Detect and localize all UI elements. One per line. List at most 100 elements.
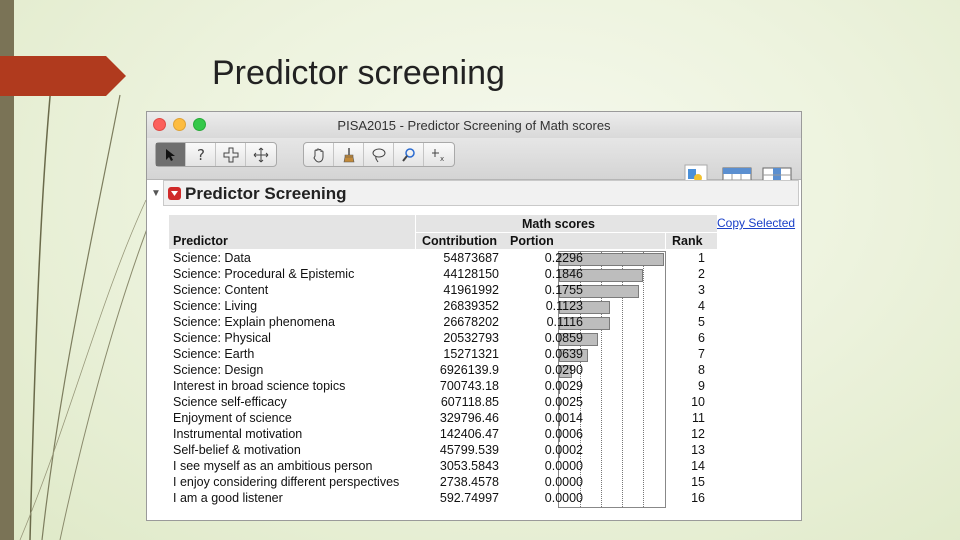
predictor-cell: Interest in broad science topics xyxy=(173,379,346,393)
copy-selected-link[interactable]: Copy Selected xyxy=(717,216,795,230)
table-row[interactable]: Science: Living 26839352 0.1123 4 xyxy=(173,298,713,314)
rank-cell: 2 xyxy=(698,267,705,281)
rank-cell: 13 xyxy=(691,443,705,457)
portion-cell: 0.0006 xyxy=(544,427,583,441)
rank-cell: 3 xyxy=(698,283,705,297)
portion-cell: 0.0029 xyxy=(544,379,583,393)
hand-icon[interactable] xyxy=(304,143,334,166)
table-row[interactable]: Instrumental motivation 142406.47 0.0006 12 xyxy=(173,426,713,442)
tool-group-select: ? xyxy=(155,142,277,167)
rank-cell: 1 xyxy=(698,251,705,265)
contribution-cell: 142406.47 xyxy=(439,427,499,441)
svg-text:x: x xyxy=(440,155,444,163)
svg-text:?: ? xyxy=(197,147,205,163)
rank-cell: 15 xyxy=(691,475,705,489)
table-row[interactable]: Science: Design 6926139.9 0.0290 8 xyxy=(173,362,713,378)
portion-cell: 0.0002 xyxy=(544,443,583,457)
group-header: Math scores xyxy=(522,217,595,231)
contribution-cell: 6926139.9 xyxy=(439,363,499,377)
rank-cell: 12 xyxy=(691,427,705,441)
contribution-cell: 700743.18 xyxy=(439,379,499,393)
portion-cell: 0.1116 xyxy=(546,315,583,329)
portion-cell: 0.0025 xyxy=(544,395,583,409)
table-row[interactable]: Science self-efficacy 607118.85 0.0025 10 xyxy=(173,394,713,410)
portion-cell: 0.0859 xyxy=(544,331,583,345)
jmp-window: PISA2015 - Predictor Screening of Math s… xyxy=(146,111,802,521)
predictor-cell: Science: Earth xyxy=(173,347,255,361)
table-row[interactable]: Science: Physical 20532793 0.0859 6 xyxy=(173,330,713,346)
rank-cell: 8 xyxy=(698,363,705,377)
predictor-cell: Enjoyment of science xyxy=(173,411,292,425)
portion-cell: 0.1846 xyxy=(544,267,583,281)
portion-cell: 0.1755 xyxy=(544,283,583,297)
report-outline-header: Predictor Screening xyxy=(163,180,799,206)
predictor-cell: I enjoy considering different perspectiv… xyxy=(173,475,400,489)
table-row[interactable]: Science: Content 41961992 0.1755 3 xyxy=(173,282,713,298)
predictor-cell: Instrumental motivation xyxy=(173,427,303,441)
portion-cell: 0.0000 xyxy=(544,475,583,489)
contribution-cell: 45799.539 xyxy=(439,443,499,457)
contribution-cell: 15271321 xyxy=(443,347,499,361)
portion-cell: 0.0290 xyxy=(544,363,583,377)
table-row[interactable]: Science: Explain phenomena 26678202 0.1116… xyxy=(173,314,713,330)
slide-title: Predictor screening xyxy=(212,54,505,92)
predictor-cell: Science: Living xyxy=(173,299,258,313)
contribution-cell: 329796.46 xyxy=(439,411,499,425)
red-triangle-menu-icon[interactable] xyxy=(168,187,181,200)
window-title: PISA2015 - Predictor Screening of Math s… xyxy=(337,118,611,133)
rank-cell: 5 xyxy=(698,315,705,329)
contribution-cell: 592.74997 xyxy=(439,491,499,505)
contribution-cell: 3053.5843 xyxy=(439,459,499,473)
predictor-cell: Science: Physical xyxy=(173,331,271,345)
contribution-cell: 26839352 xyxy=(443,299,499,313)
table-row[interactable]: Science: Earth 15271321 0.0639 7 xyxy=(173,346,713,362)
portion-cell: 0.0000 xyxy=(544,491,583,505)
table-row[interactable]: I enjoy considering different perspectiv… xyxy=(173,474,713,490)
rank-cell: 14 xyxy=(691,459,705,473)
table-row[interactable]: Enjoyment of science 329796.46 0.0014 11 xyxy=(173,410,713,426)
contribution-cell: 26678202 xyxy=(443,315,499,329)
crosshair-icon[interactable] xyxy=(216,143,246,166)
col-header-predictor[interactable]: Predictor xyxy=(173,234,228,248)
rank-cell: 4 xyxy=(698,299,705,313)
rank-cell: 9 xyxy=(698,379,705,393)
portion-cell: 0.0014 xyxy=(544,411,583,425)
help-icon[interactable]: ? xyxy=(186,143,216,166)
magnifier-icon[interactable] xyxy=(394,143,424,166)
contribution-cell: 2738.4578 xyxy=(439,475,499,489)
predictor-cell: I am a good listener xyxy=(173,491,283,505)
table-row[interactable]: Science: Procedural & Epistemic 44128150 0… xyxy=(173,266,713,282)
table-row[interactable]: I see myself as an ambitious person 3053.… xyxy=(173,458,713,474)
move-icon[interactable] xyxy=(246,143,276,166)
brush-icon[interactable] xyxy=(334,143,364,166)
window-titlebar: PISA2015 - Predictor Screening of Math s… xyxy=(147,112,801,138)
header-divider xyxy=(415,232,717,233)
rank-cell: 10 xyxy=(691,395,705,409)
report-title: Predictor Screening xyxy=(185,184,347,203)
lasso-icon[interactable] xyxy=(364,143,394,166)
contribution-cell: 44128150 xyxy=(443,267,499,281)
table-row[interactable]: Interest in broad science topics 700743.1… xyxy=(173,378,713,394)
predictor-cell: Science: Explain phenomena xyxy=(173,315,335,329)
predictor-cell: Science self-efficacy xyxy=(173,395,287,409)
slide-title-arrow xyxy=(0,56,126,96)
rank-cell: 6 xyxy=(698,331,705,345)
col-header-contribution[interactable]: Contribution xyxy=(422,234,497,248)
contribution-cell: 41961992 xyxy=(443,283,499,297)
arrow-pointer-icon[interactable] xyxy=(156,143,186,166)
col-header-rank[interactable]: Rank xyxy=(672,234,703,248)
annotate-icon[interactable]: x xyxy=(424,143,454,166)
portion-cell: 0.0000 xyxy=(544,459,583,473)
disclosure-triangle-icon[interactable]: ▼ xyxy=(151,188,161,199)
tool-group-edit: x xyxy=(303,142,455,167)
predictor-cell: Science: Design xyxy=(173,363,264,377)
rank-cell: 16 xyxy=(691,491,705,505)
col-header-portion[interactable]: Portion xyxy=(510,234,554,248)
rank-cell: 7 xyxy=(698,347,705,361)
contribution-cell: 607118.85 xyxy=(440,395,499,409)
table-row[interactable]: Science: Data 54873687 0.2296 1 xyxy=(173,250,713,266)
table-row[interactable]: I am a good listener 592.74997 0.0000 16 xyxy=(173,490,713,506)
predictor-cell: Science: Data xyxy=(173,251,251,265)
table-row[interactable]: Self-belief & motivation 45799.539 0.0002 1… xyxy=(173,442,713,458)
toolbar: ? x xyxy=(147,138,801,195)
